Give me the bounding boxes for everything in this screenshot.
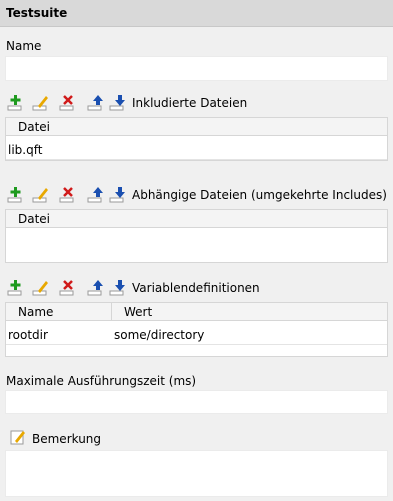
table-row[interactable]: lib.qft <box>6 140 387 160</box>
column-header-datei[interactable]: Datei <box>18 120 50 134</box>
delete-icon[interactable] <box>59 279 77 297</box>
move-down-icon[interactable] <box>109 279 127 297</box>
move-down-icon[interactable] <box>109 186 127 204</box>
delete-icon[interactable] <box>59 94 77 112</box>
column-divider[interactable] <box>111 303 112 321</box>
timeout-field[interactable] <box>5 390 388 414</box>
table-header: Name Wert <box>6 303 387 321</box>
table-row[interactable]: rootdir some/directory <box>6 325 387 345</box>
table-cell: rootdir <box>8 328 48 342</box>
table-header: Datei <box>6 210 387 228</box>
table-cell: lib.qft <box>8 143 43 157</box>
dependents-table[interactable]: Datei <box>5 209 388 263</box>
edit-icon[interactable] <box>32 94 50 112</box>
edit-icon[interactable] <box>32 186 50 204</box>
move-up-icon[interactable] <box>87 279 105 297</box>
delete-icon[interactable] <box>59 186 77 204</box>
dependents-toolbar: Abhängige Dateien (umgekehrte Includes) <box>7 186 392 204</box>
includes-toolbar: Inkludierte Dateien <box>7 94 392 112</box>
variables-toolbar: Variablendefinitionen <box>7 279 392 297</box>
includes-title: Inkludierte Dateien <box>132 96 248 110</box>
column-header-name[interactable]: Name <box>18 305 53 319</box>
move-down-icon[interactable] <box>109 94 127 112</box>
name-label: Name <box>6 39 42 53</box>
edit-icon[interactable] <box>32 279 50 297</box>
add-icon[interactable] <box>7 279 25 297</box>
panel-header: Testsuite <box>0 0 393 27</box>
add-icon[interactable] <box>7 186 25 204</box>
table-cell: some/directory <box>114 328 205 342</box>
move-up-icon[interactable] <box>87 94 105 112</box>
name-field[interactable] <box>5 56 388 81</box>
table-header: Datei <box>6 118 387 136</box>
timeout-label: Maximale Ausführungszeit (ms) <box>6 374 197 388</box>
dependents-title: Abhängige Dateien (umgekehrte Includes) <box>132 188 387 202</box>
move-up-icon[interactable] <box>87 186 105 204</box>
comment-field[interactable] <box>5 450 388 497</box>
panel-title: Testsuite <box>6 6 68 20</box>
column-header-datei[interactable]: Datei <box>18 212 50 226</box>
variables-table[interactable]: Name Wert rootdir some/directory <box>5 302 388 357</box>
column-header-wert[interactable]: Wert <box>124 305 152 319</box>
variables-title: Variablendefinitionen <box>132 281 260 295</box>
comment-label: Bemerkung <box>32 432 102 446</box>
includes-table[interactable]: Datei lib.qft <box>5 117 388 161</box>
edit-icon[interactable] <box>10 429 26 445</box>
add-icon[interactable] <box>7 94 25 112</box>
